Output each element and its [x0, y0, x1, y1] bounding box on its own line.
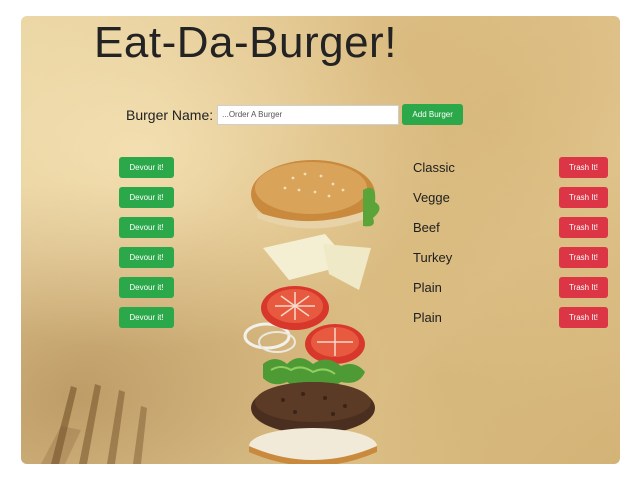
burger-image: [243, 160, 380, 464]
burger-name: Turkey: [413, 250, 453, 265]
trash-button[interactable]: Trash It!: [559, 217, 608, 238]
devour-button[interactable]: Devour it!: [119, 307, 174, 328]
burger-name-label: Burger Name:: [126, 106, 214, 123]
devour-button[interactable]: Devour it!: [119, 247, 174, 268]
devour-button[interactable]: Devour it!: [119, 157, 174, 178]
burger-name: Beef: [413, 220, 440, 235]
burger-name: Plain: [413, 280, 442, 295]
devour-button-column: Devour it! Devour it! Devour it! Devour …: [119, 157, 174, 337]
burger-name-input[interactable]: [217, 104, 400, 125]
fork-image: [41, 384, 147, 464]
burger-list: Classic Vegge Beef Turkey Plain Plain: [413, 157, 455, 337]
burger-name: Plain: [413, 310, 442, 325]
burger-name: Vegge: [413, 190, 450, 205]
trash-button[interactable]: Trash It!: [559, 157, 608, 178]
devour-button[interactable]: Devour it!: [119, 277, 174, 298]
trash-button[interactable]: Trash It!: [559, 277, 608, 298]
burger-name: Classic: [413, 160, 455, 175]
trash-button[interactable]: Trash It!: [559, 187, 608, 208]
trash-button[interactable]: Trash It!: [559, 247, 608, 268]
app-frame: Eat-Da-Burger! Burger Name: Add Burger: [21, 16, 620, 464]
add-burger-button[interactable]: Add Burger: [402, 104, 464, 125]
devour-button[interactable]: Devour it!: [119, 217, 174, 238]
trash-button-column: Trash It! Trash It! Trash It! Trash It! …: [559, 157, 608, 337]
add-burger-form: Burger Name: Add Burger: [126, 104, 464, 125]
devour-button[interactable]: Devour it!: [119, 187, 174, 208]
trash-button[interactable]: Trash It!: [559, 307, 608, 328]
page-title: Eat-Da-Burger!: [94, 18, 397, 67]
